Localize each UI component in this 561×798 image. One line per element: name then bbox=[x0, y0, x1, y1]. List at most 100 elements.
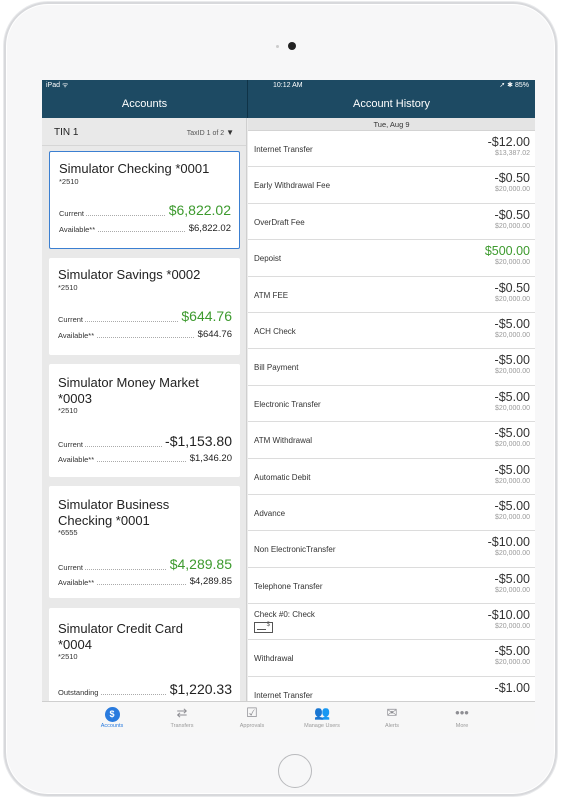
transaction-description: Bill Payment bbox=[254, 363, 299, 373]
checkbox-icon: ☑ bbox=[246, 705, 258, 720]
transaction-balance: $20,000.00 bbox=[494, 404, 530, 412]
transaction-description: Early Withdrawal Fee bbox=[254, 181, 331, 191]
transaction-amount: -$5.00 bbox=[494, 316, 530, 331]
transaction-description: ATM Withdrawal bbox=[254, 436, 313, 446]
taxid-label: TaxID 1 of 2 bbox=[186, 130, 225, 137]
taxid-pager[interactable]: TaxID 1 of 2 ▼ bbox=[187, 128, 234, 137]
account-sub: *2510 bbox=[58, 283, 78, 292]
transaction-description: Automatic Debit bbox=[254, 472, 311, 482]
available-label: Available** bbox=[58, 578, 97, 587]
tab-label: Transfers bbox=[170, 723, 194, 729]
available-value: $644.76 bbox=[194, 329, 232, 340]
outstanding-row: Outstanding $1,220.33 bbox=[58, 679, 232, 697]
transaction-amount: $500.00 bbox=[484, 244, 530, 259]
transaction-row[interactable]: Automatic Debit -$5.00 $20,000.00 bbox=[248, 459, 535, 495]
nav-bar: iPad ᯤ 10:12 AM ➚ ✱ 85% Accounts Account… bbox=[42, 80, 535, 118]
account-card-business-checking[interactable]: Simulator Business Checking *0001 *6555 … bbox=[49, 486, 240, 598]
tab-bar: $ Accounts ⇄ Transfers ☑ Approvals 👥 Man… bbox=[42, 701, 535, 733]
transaction-row[interactable]: Check #0: Check -$10.00$20,000.00 bbox=[248, 604, 535, 641]
transaction-description: Withdrawal bbox=[254, 654, 294, 664]
transaction-row[interactable]: Non ElectronicTransfer -$10.00 $20,000.00 bbox=[248, 531, 535, 568]
account-sub: *2510 bbox=[59, 177, 79, 186]
accounts-panel: TIN 1 TaxID 1 of 2 ▼ Simulator Checking … bbox=[42, 118, 247, 701]
current-label: Current bbox=[58, 563, 86, 572]
tab-transfers[interactable]: ⇄ Transfers bbox=[147, 702, 217, 733]
transaction-balance: $20,000.00 bbox=[494, 331, 530, 339]
transaction-balance: $13,387.02 bbox=[494, 150, 530, 157]
transaction-balance: $20,000.00 bbox=[494, 477, 530, 485]
account-name: Simulator Credit Card *0004 bbox=[58, 621, 183, 652]
transaction-amount: -$5.00 bbox=[494, 426, 530, 441]
transaction-row[interactable]: Electronic Transfer -$5.00 $20,000.00 bbox=[248, 386, 535, 423]
tab-more[interactable]: ••• More bbox=[427, 702, 497, 733]
transaction-row[interactable]: Advance -$5.00 $20,000.00 bbox=[248, 495, 535, 532]
tab-approvals[interactable]: ☑ Approvals bbox=[217, 702, 287, 733]
current-value: $4,289.85 bbox=[166, 556, 232, 572]
tab-alerts[interactable]: ✉ Alerts bbox=[357, 702, 427, 733]
transaction-row[interactable]: Depoist $500.00 $20,000.00 bbox=[248, 240, 535, 277]
transaction-row[interactable]: OverDraft Fee -$0.50 $20,000.00 bbox=[248, 204, 535, 241]
ellipsis-icon: ••• bbox=[455, 705, 469, 720]
account-name: Simulator Checking *0001 bbox=[59, 161, 210, 176]
envelope-icon: ✉ bbox=[386, 705, 398, 720]
transaction-description: Check #0: Check bbox=[254, 610, 315, 620]
transaction-row[interactable]: ATM FEE -$0.50 $20,000.00 bbox=[248, 277, 535, 313]
transaction-description: Internet Transfer bbox=[254, 145, 313, 154]
tin-selector[interactable]: TIN 1 TaxID 1 of 2 ▼ bbox=[42, 118, 246, 146]
sensor-dot bbox=[276, 45, 279, 48]
transaction-balance: $20,000.00 bbox=[494, 295, 530, 303]
outstanding-label: Outstanding bbox=[58, 688, 101, 697]
transaction-amount: -$5.00 bbox=[494, 462, 530, 477]
transaction-row[interactable]: Early Withdrawal Fee -$0.50 $20,000.00 bbox=[248, 167, 535, 204]
transaction-row[interactable]: Internet Transfer -$12.00 $13,387.02 bbox=[248, 131, 535, 168]
transaction-description: ATM FEE bbox=[254, 290, 289, 300]
status-device: iPad ᯤ bbox=[46, 82, 69, 89]
account-card-money-market[interactable]: Simulator Money Market *0003 *2510 Curre… bbox=[49, 364, 240, 477]
current-row: Current $644.76 bbox=[58, 306, 232, 324]
tab-label: Manage Users bbox=[304, 723, 340, 729]
account-sub: *2510 bbox=[58, 652, 78, 661]
accounts-title: Accounts bbox=[121, 98, 168, 110]
tab-label: Alerts bbox=[384, 723, 400, 729]
available-row: Available** $6,822.02 bbox=[59, 220, 231, 234]
status-time: 10:12 AM bbox=[273, 82, 303, 89]
transaction-description: Telephone Transfer bbox=[254, 581, 323, 591]
transaction-row[interactable]: ACH Check -$5.00 $20,000.00 bbox=[248, 313, 535, 350]
current-label: Current bbox=[58, 315, 86, 324]
current-label: Current bbox=[59, 209, 87, 218]
tin-label: TIN 1 bbox=[54, 127, 79, 138]
tab-label: Accounts bbox=[100, 723, 124, 729]
transaction-amount: -$5.00 bbox=[494, 389, 530, 404]
tab-accounts[interactable]: $ Accounts bbox=[77, 702, 147, 733]
available-value: $1,346.20 bbox=[186, 453, 232, 464]
transfer-arrows-icon: ⇄ bbox=[176, 705, 188, 720]
check-image-icon[interactable] bbox=[254, 622, 273, 634]
transaction-description: Depoist bbox=[254, 254, 282, 264]
transaction-row[interactable]: ATM Withdrawal -$5.00 $20,000.00 bbox=[248, 422, 535, 459]
account-card-checking[interactable]: Simulator Checking *0001 *2510 Current $… bbox=[49, 151, 240, 249]
home-button[interactable] bbox=[278, 754, 312, 788]
account-name: Simulator Business Checking *0001 bbox=[58, 497, 170, 528]
transaction-row[interactable]: Withdrawal -$5.00 $20,000.00 bbox=[248, 640, 535, 677]
transaction-amount: -$10.00 bbox=[487, 535, 530, 550]
tab-manage-users[interactable]: 👥 Manage Users bbox=[287, 702, 357, 733]
available-row: Available** $4,289.85 bbox=[58, 573, 232, 587]
account-card-credit-card[interactable]: Simulator Credit Card *0004 *2510 Outsta… bbox=[49, 608, 240, 701]
transaction-amount: -$5.00 bbox=[494, 644, 530, 659]
transaction-amount: -$12.00 bbox=[487, 135, 530, 149]
transaction-balance: $20,000.00 bbox=[494, 550, 530, 558]
transaction-row[interactable]: Telephone Transfer -$5.00 $20,000.00 bbox=[248, 568, 535, 605]
status-battery: ➚ ✱ 85% bbox=[499, 82, 529, 89]
dropdown-triangle-icon[interactable]: ▼ bbox=[226, 128, 234, 137]
available-row: Available** $1,346.20 bbox=[58, 450, 232, 464]
transaction-balance: $20,000.00 bbox=[494, 259, 530, 267]
tab-label: More bbox=[455, 723, 469, 729]
transaction-row[interactable]: Bill Payment -$5.00 $20,000.00 bbox=[248, 349, 535, 386]
transaction-balance: $20,000.00 bbox=[494, 186, 530, 194]
account-card-savings[interactable]: Simulator Savings *0002 *2510 Current $6… bbox=[49, 258, 240, 355]
tab-label: Approvals bbox=[239, 723, 265, 729]
current-value: $644.76 bbox=[178, 308, 232, 324]
transaction-row[interactable]: Internet Transfer -$1.00 bbox=[248, 677, 535, 701]
dollar-icon: $ bbox=[104, 705, 120, 722]
transaction-amount: -$1.00 bbox=[494, 680, 530, 695]
